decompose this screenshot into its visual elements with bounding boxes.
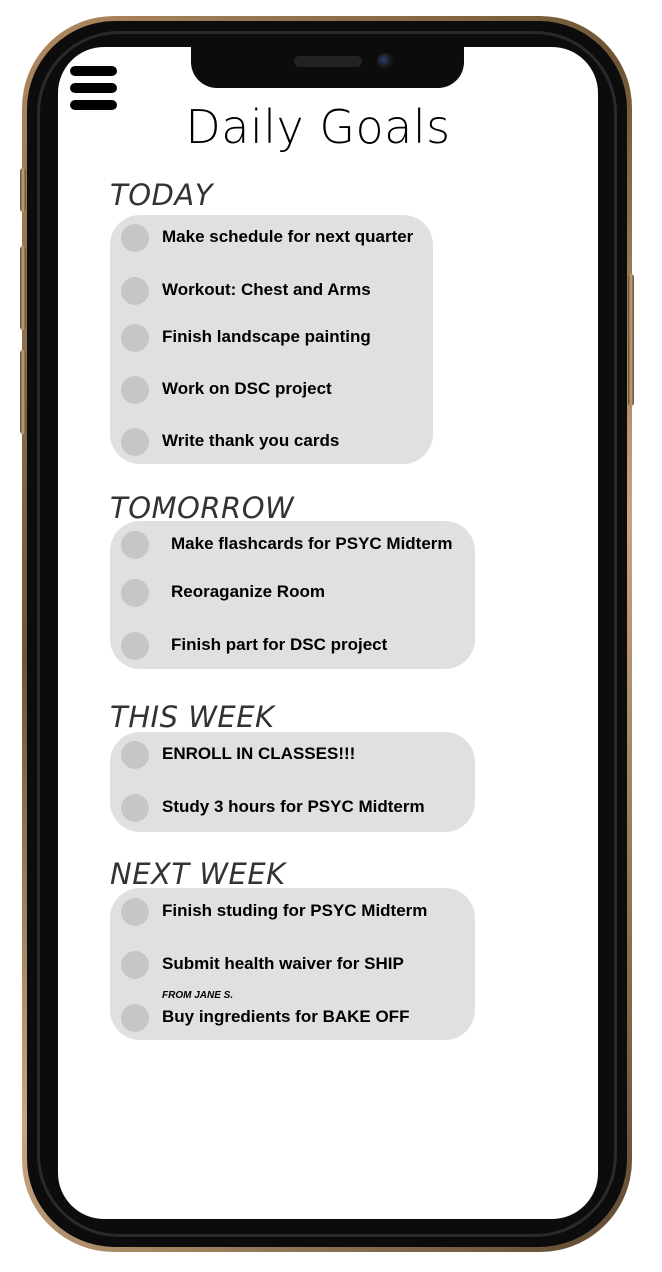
task-checkbox[interactable] xyxy=(121,376,149,404)
mute-switch xyxy=(20,168,26,212)
task-label: Study 3 hours for PSYC Midterm xyxy=(162,797,425,816)
task-label: Make flashcards for PSYC Midterm xyxy=(171,534,453,553)
volume-down-button xyxy=(20,350,26,434)
section-heading-next-week: NEXT WEEK xyxy=(110,857,286,891)
front-camera xyxy=(377,53,394,70)
task-checkbox[interactable] xyxy=(121,951,149,979)
task-label: Finish studing for PSYC Midterm xyxy=(162,901,428,920)
volume-up-button xyxy=(20,246,26,330)
task-item[interactable]: Make schedule for next quarter xyxy=(110,224,433,254)
task-item[interactable]: FROM JANE S. Buy ingredients for BAKE OF… xyxy=(110,990,475,1034)
section-heading-this-week: THIS WEEK xyxy=(110,700,275,734)
task-item[interactable]: Study 3 hours for PSYC Midterm xyxy=(110,794,475,824)
task-label: Finish landscape painting xyxy=(162,327,371,346)
task-checkbox[interactable] xyxy=(121,898,149,926)
task-label: Submit health waiver for SHIP xyxy=(162,954,404,973)
task-card-today: Make schedule for next quarter Workout: … xyxy=(110,215,433,464)
task-card-next-week: Finish studing for PSYC Midterm Submit h… xyxy=(110,888,475,1040)
task-item[interactable]: Finish part for DSC project xyxy=(110,632,475,662)
task-label: Work on DSC project xyxy=(162,379,332,398)
task-checkbox[interactable] xyxy=(121,531,149,559)
task-checkbox[interactable] xyxy=(121,794,149,822)
task-item[interactable]: Reoraganize Room xyxy=(110,579,475,609)
task-assigned-by-note: FROM JANE S. xyxy=(162,990,234,1001)
section-heading-tomorrow: TOMORROW xyxy=(110,491,295,525)
task-item[interactable]: Finish landscape painting xyxy=(110,324,433,354)
task-label: Workout: Chest and Arms xyxy=(162,280,371,299)
task-checkbox[interactable] xyxy=(121,277,149,305)
task-checkbox[interactable] xyxy=(121,324,149,352)
task-label: Reoraganize Room xyxy=(171,582,325,601)
page-title: Daily Goals xyxy=(185,100,451,154)
task-label: ENROLL IN CLASSES!!! xyxy=(162,744,356,763)
task-item[interactable]: Work on DSC project xyxy=(110,376,433,406)
task-card-tomorrow: Make flashcards for PSYC Midterm Reoraga… xyxy=(110,521,475,669)
task-checkbox[interactable] xyxy=(121,428,149,456)
task-item[interactable]: Finish studing for PSYC Midterm xyxy=(110,898,475,928)
task-checkbox[interactable] xyxy=(121,1004,149,1032)
power-button xyxy=(628,274,634,406)
task-item[interactable]: ENROLL IN CLASSES!!! xyxy=(110,741,475,771)
task-item[interactable]: Submit health waiver for SHIP xyxy=(110,951,475,981)
section-heading-today: TODAY xyxy=(110,178,213,212)
task-item[interactable]: Make flashcards for PSYC Midterm xyxy=(110,531,475,561)
task-label: Buy ingredients for BAKE OFF xyxy=(162,1007,410,1026)
task-checkbox[interactable] xyxy=(121,579,149,607)
task-label: Finish part for DSC project xyxy=(171,635,388,654)
task-item[interactable]: Write thank you cards xyxy=(110,428,433,458)
task-card-this-week: ENROLL IN CLASSES!!! Study 3 hours for P… xyxy=(110,732,475,832)
task-checkbox[interactable] xyxy=(121,741,149,769)
task-label: Make schedule for next quarter xyxy=(162,227,414,246)
task-checkbox[interactable] xyxy=(121,224,149,252)
task-item[interactable]: Workout: Chest and Arms xyxy=(110,277,433,307)
task-label: Write thank you cards xyxy=(162,431,340,450)
speaker-grille xyxy=(294,56,362,67)
task-checkbox[interactable] xyxy=(121,632,149,660)
notch xyxy=(191,38,464,88)
